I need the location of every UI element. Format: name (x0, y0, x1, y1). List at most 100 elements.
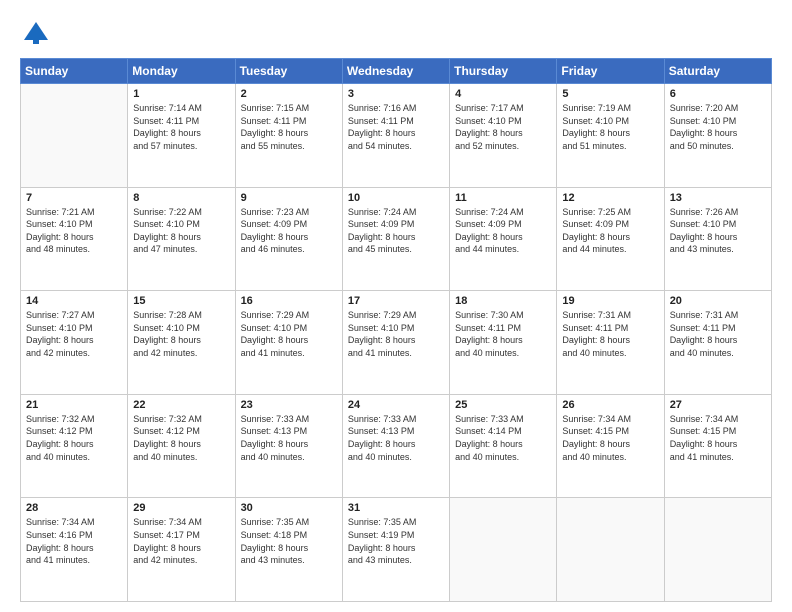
calendar-day-cell: 28 Sunrise: 7:34 AM Sunset: 4:16 PM Dayli… (21, 498, 128, 602)
calendar-day-cell: 2Sunrise: 7:15 AM Sunset: 4:11 PM Daylig… (235, 84, 342, 188)
day-number: 1 (133, 88, 229, 100)
day-number: 23 (241, 399, 337, 411)
day-detail: Sunrise: 7:16 AM Sunset: 4:11 PM Dayligh… (348, 102, 444, 152)
calendar-day-cell: 6 Sunrise: 7:20 AM Sunset: 4:10 PM Daylig… (664, 84, 771, 188)
day-detail: Sunrise: 7:29 AM Sunset: 4:10 PM Dayligh… (241, 309, 337, 359)
calendar-day-cell: 21Sunrise: 7:32 AM Sunset: 4:12 PM Dayli… (21, 394, 128, 498)
logo (20, 18, 58, 50)
day-detail: Sunrise: 7:34 AM Sunset: 4:15 PM Dayligh… (670, 413, 766, 463)
calendar-day-cell: 1Sunrise: 7:14 AM Sunset: 4:11 PM Daylig… (128, 84, 235, 188)
day-detail: Sunrise: 7:19 AM Sunset: 4:10 PM Dayligh… (562, 102, 658, 152)
day-detail: Sunrise: 7:35 AM Sunset: 4:19 PM Dayligh… (348, 516, 444, 566)
calendar-day-cell: 5 Sunrise: 7:19 AM Sunset: 4:10 PM Daylig… (557, 84, 664, 188)
calendar-day-cell: 13 Sunrise: 7:26 AM Sunset: 4:10 PM Dayli… (664, 187, 771, 291)
day-detail: Sunrise: 7:15 AM Sunset: 4:11 PM Dayligh… (241, 102, 337, 152)
day-detail: Sunrise: 7:33 AM Sunset: 4:13 PM Dayligh… (241, 413, 337, 463)
day-detail: Sunrise: 7:31 AM Sunset: 4:11 PM Dayligh… (562, 309, 658, 359)
calendar-day-cell: 17 Sunrise: 7:29 AM Sunset: 4:10 PM Dayli… (342, 291, 449, 395)
day-number: 17 (348, 295, 444, 307)
day-number: 15 (133, 295, 229, 307)
calendar-day-cell: 19 Sunrise: 7:31 AM Sunset: 4:11 PM Dayli… (557, 291, 664, 395)
calendar-day-cell: 20 Sunrise: 7:31 AM Sunset: 4:11 PM Dayli… (664, 291, 771, 395)
calendar-day-cell: 31Sunrise: 7:35 AM Sunset: 4:19 PM Dayli… (342, 498, 449, 602)
day-number: 29 (133, 502, 229, 514)
weekday-header: Thursday (450, 59, 557, 84)
weekday-header: Saturday (664, 59, 771, 84)
calendar-day-cell: 27 Sunrise: 7:34 AM Sunset: 4:15 PM Dayli… (664, 394, 771, 498)
calendar-week-row: 14 Sunrise: 7:27 AM Sunset: 4:10 PM Dayli… (21, 291, 772, 395)
day-number: 16 (241, 295, 337, 307)
day-detail: Sunrise: 7:34 AM Sunset: 4:16 PM Dayligh… (26, 516, 122, 566)
day-detail: Sunrise: 7:24 AM Sunset: 4:09 PM Dayligh… (455, 206, 551, 256)
day-number: 14 (26, 295, 122, 307)
day-detail: Sunrise: 7:29 AM Sunset: 4:10 PM Dayligh… (348, 309, 444, 359)
calendar-day-cell: 12 Sunrise: 7:25 AM Sunset: 4:09 PM Dayli… (557, 187, 664, 291)
calendar-week-row: 7Sunrise: 7:21 AM Sunset: 4:10 PM Daylig… (21, 187, 772, 291)
day-number: 3 (348, 88, 444, 100)
calendar-day-cell: 9 Sunrise: 7:23 AM Sunset: 4:09 PM Daylig… (235, 187, 342, 291)
day-detail: Sunrise: 7:28 AM Sunset: 4:10 PM Dayligh… (133, 309, 229, 359)
calendar-day-cell: 23 Sunrise: 7:33 AM Sunset: 4:13 PM Dayli… (235, 394, 342, 498)
day-detail: Sunrise: 7:30 AM Sunset: 4:11 PM Dayligh… (455, 309, 551, 359)
calendar-week-row: 1Sunrise: 7:14 AM Sunset: 4:11 PM Daylig… (21, 84, 772, 188)
day-number: 27 (670, 399, 766, 411)
calendar-day-cell (664, 498, 771, 602)
day-number: 18 (455, 295, 551, 307)
day-number: 22 (133, 399, 229, 411)
calendar-day-cell (21, 84, 128, 188)
weekday-header: Friday (557, 59, 664, 84)
day-number: 19 (562, 295, 658, 307)
day-number: 30 (241, 502, 337, 514)
day-number: 9 (241, 192, 337, 204)
weekday-header: Wednesday (342, 59, 449, 84)
calendar-day-cell: 4Sunrise: 7:17 AM Sunset: 4:10 PM Daylig… (450, 84, 557, 188)
day-number: 13 (670, 192, 766, 204)
calendar-day-cell: 25 Sunrise: 7:33 AM Sunset: 4:14 PM Dayli… (450, 394, 557, 498)
weekday-header: Tuesday (235, 59, 342, 84)
day-detail: Sunrise: 7:23 AM Sunset: 4:09 PM Dayligh… (241, 206, 337, 256)
day-detail: Sunrise: 7:34 AM Sunset: 4:15 PM Dayligh… (562, 413, 658, 463)
calendar-table: SundayMondayTuesdayWednesdayThursdayFrid… (20, 58, 772, 602)
day-detail: Sunrise: 7:25 AM Sunset: 4:09 PM Dayligh… (562, 206, 658, 256)
day-detail: Sunrise: 7:24 AM Sunset: 4:09 PM Dayligh… (348, 206, 444, 256)
calendar-day-cell: 8 Sunrise: 7:22 AM Sunset: 4:10 PM Daylig… (128, 187, 235, 291)
calendar-day-cell: 7Sunrise: 7:21 AM Sunset: 4:10 PM Daylig… (21, 187, 128, 291)
day-number: 25 (455, 399, 551, 411)
day-detail: Sunrise: 7:32 AM Sunset: 4:12 PM Dayligh… (26, 413, 122, 463)
day-detail: Sunrise: 7:27 AM Sunset: 4:10 PM Dayligh… (26, 309, 122, 359)
calendar-day-cell: 3 Sunrise: 7:16 AM Sunset: 4:11 PM Daylig… (342, 84, 449, 188)
day-number: 20 (670, 295, 766, 307)
day-number: 11 (455, 192, 551, 204)
calendar-day-cell: 15 Sunrise: 7:28 AM Sunset: 4:10 PM Dayli… (128, 291, 235, 395)
calendar-day-cell: 26Sunrise: 7:34 AM Sunset: 4:15 PM Dayli… (557, 394, 664, 498)
day-number: 5 (562, 88, 658, 100)
day-detail: Sunrise: 7:33 AM Sunset: 4:14 PM Dayligh… (455, 413, 551, 463)
calendar-day-cell: 24Sunrise: 7:33 AM Sunset: 4:13 PM Dayli… (342, 394, 449, 498)
calendar-day-cell: 18 Sunrise: 7:30 AM Sunset: 4:11 PM Dayli… (450, 291, 557, 395)
page: SundayMondayTuesdayWednesdayThursdayFrid… (0, 0, 792, 612)
day-number: 10 (348, 192, 444, 204)
calendar-day-cell (557, 498, 664, 602)
calendar-day-cell: 29 Sunrise: 7:34 AM Sunset: 4:17 PM Dayli… (128, 498, 235, 602)
calendar-day-cell (450, 498, 557, 602)
day-number: 6 (670, 88, 766, 100)
calendar-day-cell: 10 Sunrise: 7:24 AM Sunset: 4:09 PM Dayli… (342, 187, 449, 291)
logo-icon (20, 18, 52, 50)
day-detail: Sunrise: 7:22 AM Sunset: 4:10 PM Dayligh… (133, 206, 229, 256)
day-number: 28 (26, 502, 122, 514)
calendar-day-cell: 11 Sunrise: 7:24 AM Sunset: 4:09 PM Dayli… (450, 187, 557, 291)
calendar-day-cell: 22 Sunrise: 7:32 AM Sunset: 4:12 PM Dayli… (128, 394, 235, 498)
weekday-header: Monday (128, 59, 235, 84)
day-number: 8 (133, 192, 229, 204)
day-detail: Sunrise: 7:31 AM Sunset: 4:11 PM Dayligh… (670, 309, 766, 359)
day-number: 4 (455, 88, 551, 100)
day-detail: Sunrise: 7:34 AM Sunset: 4:17 PM Dayligh… (133, 516, 229, 566)
day-detail: Sunrise: 7:26 AM Sunset: 4:10 PM Dayligh… (670, 206, 766, 256)
day-detail: Sunrise: 7:20 AM Sunset: 4:10 PM Dayligh… (670, 102, 766, 152)
day-number: 24 (348, 399, 444, 411)
day-number: 12 (562, 192, 658, 204)
day-detail: Sunrise: 7:35 AM Sunset: 4:18 PM Dayligh… (241, 516, 337, 566)
day-detail: Sunrise: 7:21 AM Sunset: 4:10 PM Dayligh… (26, 206, 122, 256)
day-detail: Sunrise: 7:32 AM Sunset: 4:12 PM Dayligh… (133, 413, 229, 463)
calendar-day-cell: 14 Sunrise: 7:27 AM Sunset: 4:10 PM Dayli… (21, 291, 128, 395)
